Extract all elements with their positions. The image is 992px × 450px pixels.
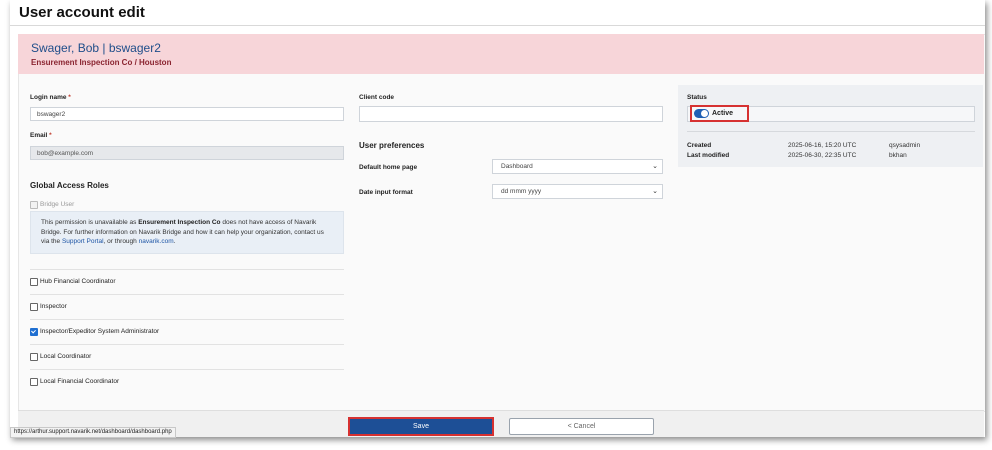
last-modified-label: Last modified bbox=[687, 152, 730, 159]
chevron-down-icon: ⌄ bbox=[652, 188, 658, 195]
role-label: Local Coordinator bbox=[40, 353, 92, 360]
status-label: Status bbox=[687, 94, 707, 101]
role-label: Hub Financial Coordinator bbox=[40, 278, 116, 285]
role-checkbox[interactable] bbox=[30, 378, 38, 386]
role-label: Local Financial Coordinator bbox=[40, 378, 120, 385]
date-input-format-label: Date input format bbox=[359, 189, 413, 196]
user-preferences-heading: User preferences bbox=[359, 141, 425, 150]
bridge-user-label: Bridge User bbox=[40, 201, 75, 208]
role-row[interactable]: Inspector/Expeditor System Administrator bbox=[30, 319, 344, 344]
default-home-page-label: Default home page bbox=[359, 164, 418, 171]
status-toggle-highlight bbox=[690, 105, 749, 122]
page-title: User account edit bbox=[19, 4, 145, 21]
email-input[interactable]: bob@example.com bbox=[30, 146, 344, 160]
role-label: Inspector/Expeditor System Administrator bbox=[40, 328, 160, 335]
created-date: 2025-06-16, 15:20 UTC bbox=[788, 142, 857, 149]
created-label: Created bbox=[687, 142, 712, 149]
user-name-heading: Swager, Bob | bswager2 bbox=[31, 41, 161, 55]
status-divider bbox=[687, 131, 975, 132]
last-modified-date: 2025-06-30, 22:35 UTC bbox=[788, 152, 857, 159]
login-name-input[interactable]: bswager2 bbox=[30, 107, 344, 121]
app-window: User account edit Swager, Bob | bswager2… bbox=[10, 0, 985, 437]
title-divider bbox=[10, 25, 985, 26]
client-code-label: Client code bbox=[359, 94, 395, 101]
default-home-page-select[interactable]: Dashboard ⌄ bbox=[492, 159, 663, 174]
role-row[interactable]: Inspector bbox=[30, 294, 344, 319]
navarik-link[interactable]: navarik.com bbox=[139, 238, 174, 245]
created-by: qsysadmin bbox=[889, 142, 921, 149]
login-name-label: Login name * bbox=[30, 94, 71, 101]
date-input-format-select[interactable]: dd mmm yyyy ⌄ bbox=[492, 184, 663, 199]
user-organization: Ensurement Inspection Co / Houston bbox=[31, 58, 172, 67]
bridge-info-box: This permission is unavailable as Ensure… bbox=[30, 211, 344, 254]
support-portal-link[interactable]: Support Portal bbox=[62, 238, 104, 245]
user-header bbox=[18, 34, 984, 74]
browser-status-url: https://arthur.support.navarik.net/dashb… bbox=[10, 427, 176, 438]
role-checkbox[interactable] bbox=[30, 353, 38, 361]
email-label: Email * bbox=[30, 132, 52, 139]
save-button[interactable]: Save bbox=[348, 417, 494, 436]
client-code-input[interactable] bbox=[359, 106, 663, 122]
role-row[interactable]: Hub Financial Coordinator bbox=[30, 269, 344, 294]
role-label: Inspector bbox=[40, 303, 67, 310]
bridge-user-checkbox[interactable] bbox=[30, 201, 38, 209]
role-checkbox[interactable] bbox=[30, 303, 38, 311]
role-checkbox[interactable] bbox=[30, 278, 38, 286]
chevron-down-icon: ⌄ bbox=[652, 163, 658, 170]
last-modified-by: bkhan bbox=[889, 152, 907, 159]
role-checkbox[interactable] bbox=[30, 328, 38, 336]
global-access-roles-heading: Global Access Roles bbox=[30, 181, 109, 190]
cancel-button[interactable]: < Cancel bbox=[509, 418, 654, 435]
role-row[interactable]: Local Coordinator bbox=[30, 344, 344, 369]
role-row[interactable]: Local Financial Coordinator bbox=[30, 369, 344, 394]
